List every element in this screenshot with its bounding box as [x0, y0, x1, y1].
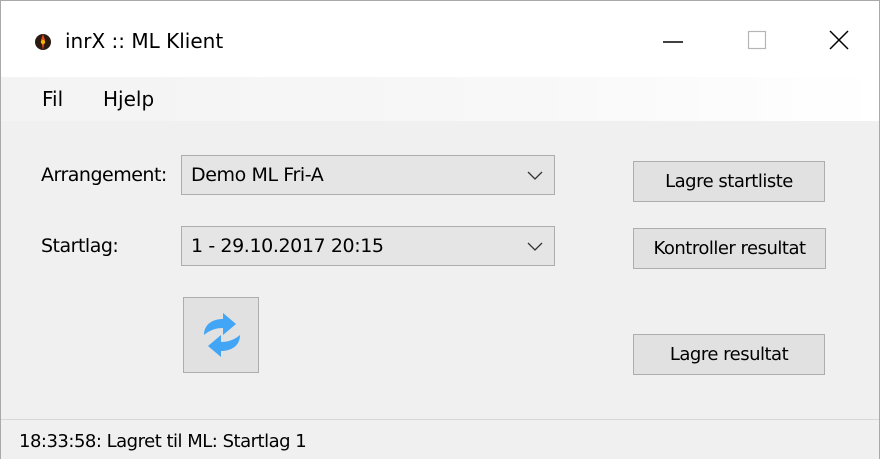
chevron-down-icon — [527, 171, 543, 180]
startlag-select[interactable]: 1 - 29.10.2017 20:15 — [181, 226, 555, 266]
chevron-down-icon — [527, 242, 543, 251]
inrx-app-icon — [35, 34, 51, 50]
status-text: 18:33:58: Lagret til ML: Startlag 1 — [19, 431, 307, 452]
arrangement-select-value: Demo ML Fri-A — [191, 164, 324, 186]
title-bar[interactable]: inrX :: ML Klient — [1, 1, 879, 77]
maximize-button[interactable] — [711, 1, 803, 77]
arrangement-select[interactable]: Demo ML Fri-A — [181, 155, 555, 195]
lagre-startliste-button[interactable]: Lagre startliste — [633, 161, 825, 202]
minimize-icon — [663, 41, 683, 43]
menu-bar: Fil Hjelp — [1, 77, 879, 121]
status-bar: 18:33:58: Lagret til ML: Startlag 1 — [1, 419, 879, 459]
close-icon — [829, 30, 849, 50]
lagre-resultat-button[interactable]: Lagre resultat — [633, 334, 825, 375]
close-button[interactable] — [793, 1, 880, 77]
app-window: inrX :: ML Klient Fil Hjelp Arrangement:… — [0, 0, 880, 459]
maximize-icon — [747, 30, 767, 50]
startlag-select-value: 1 - 29.10.2017 20:15 — [191, 235, 384, 257]
kontroller-resultat-button[interactable]: Kontroller resultat — [633, 228, 826, 269]
arrangement-label: Arrangement: — [41, 164, 167, 186]
window-title: inrX :: ML Klient — [65, 29, 224, 53]
startlag-label: Startlag: — [41, 235, 119, 257]
refresh-icon — [204, 313, 240, 357]
minimize-button[interactable] — [627, 1, 719, 77]
refresh-button[interactable] — [183, 297, 259, 373]
menu-item-hjelp[interactable]: Hjelp — [103, 87, 154, 111]
menu-item-fil[interactable]: Fil — [42, 87, 63, 111]
